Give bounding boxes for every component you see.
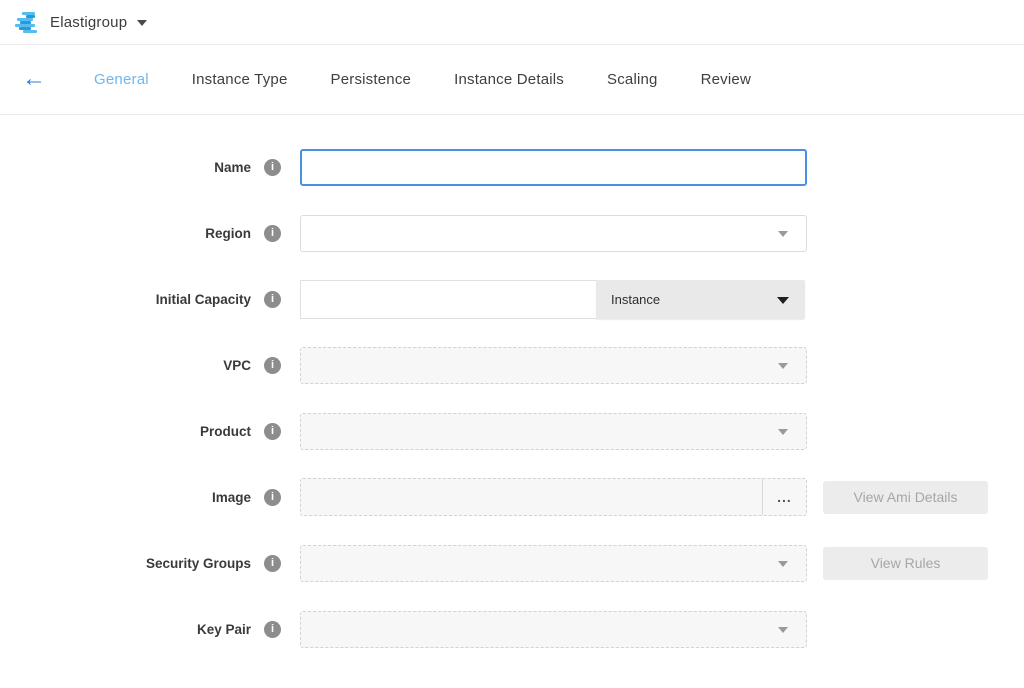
info-icon[interactable]: i (264, 621, 281, 638)
vpc-label: VPC (0, 358, 251, 373)
wizard-tabbar: ← General Instance Type Persistence Inst… (0, 45, 1024, 115)
capacity-unit-value: Instance (611, 292, 660, 307)
field-row-image: Image i ... View Ami Details (0, 478, 1024, 516)
tab-instance-type[interactable]: Instance Type (192, 71, 288, 88)
elastigroup-logo-icon (15, 11, 40, 33)
field-row-region: Region i (0, 214, 1024, 252)
field-row-vpc: VPC i (0, 346, 1024, 384)
tab-general[interactable]: General (94, 71, 149, 88)
view-rules-button[interactable]: View Rules (823, 547, 988, 580)
chevron-down-icon (778, 627, 788, 633)
image-input-group: ... (300, 478, 807, 516)
field-row-name: Name i (0, 148, 1024, 186)
region-select[interactable] (300, 215, 807, 252)
app-header: Elastigroup (0, 0, 1024, 45)
product-select (300, 413, 807, 450)
product-label: Product (0, 424, 251, 439)
tab-scaling[interactable]: Scaling (607, 71, 658, 88)
chevron-down-icon (778, 363, 788, 369)
tab-persistence[interactable]: Persistence (331, 71, 412, 88)
wizard-tabs: General Instance Type Persistence Instan… (94, 71, 751, 88)
field-row-initial-capacity: Initial Capacity i Instance (0, 280, 1024, 318)
image-label: Image (0, 490, 251, 505)
region-label: Region (0, 226, 251, 241)
name-label: Name (0, 160, 251, 175)
initial-capacity-label: Initial Capacity (0, 292, 251, 307)
back-arrow-icon[interactable]: ← (22, 67, 46, 91)
info-icon[interactable]: i (264, 555, 281, 572)
security-groups-select (300, 545, 807, 582)
chevron-down-icon[interactable] (137, 20, 147, 26)
info-icon[interactable]: i (264, 423, 281, 440)
key-pair-select (300, 611, 807, 648)
info-icon[interactable]: i (264, 291, 281, 308)
tab-instance-details[interactable]: Instance Details (454, 71, 564, 88)
key-pair-label: Key Pair (0, 622, 251, 637)
name-input[interactable] (300, 149, 807, 186)
security-groups-label: Security Groups (0, 556, 251, 571)
view-ami-details-button[interactable]: View Ami Details (823, 481, 988, 514)
vpc-select (300, 347, 807, 384)
field-row-security-groups: Security Groups i View Rules (0, 544, 1024, 582)
info-icon[interactable]: i (264, 225, 281, 242)
chevron-down-icon (778, 561, 788, 567)
info-icon[interactable]: i (264, 489, 281, 506)
capacity-unit-select[interactable]: Instance (596, 280, 805, 319)
field-row-key-pair: Key Pair i (0, 610, 1024, 648)
image-browse-button[interactable]: ... (762, 479, 806, 515)
chevron-down-icon (778, 231, 788, 237)
image-value (301, 479, 762, 515)
info-icon[interactable]: i (264, 357, 281, 374)
chevron-down-icon (778, 429, 788, 435)
info-icon[interactable]: i (264, 159, 281, 176)
general-settings-form: Name i Region i Initial Capacity i Insta… (0, 115, 1024, 648)
initial-capacity-input[interactable] (300, 280, 596, 319)
field-row-product: Product i (0, 412, 1024, 450)
chevron-down-icon (777, 297, 789, 304)
tab-review[interactable]: Review (701, 71, 751, 88)
app-title[interactable]: Elastigroup (50, 14, 127, 31)
